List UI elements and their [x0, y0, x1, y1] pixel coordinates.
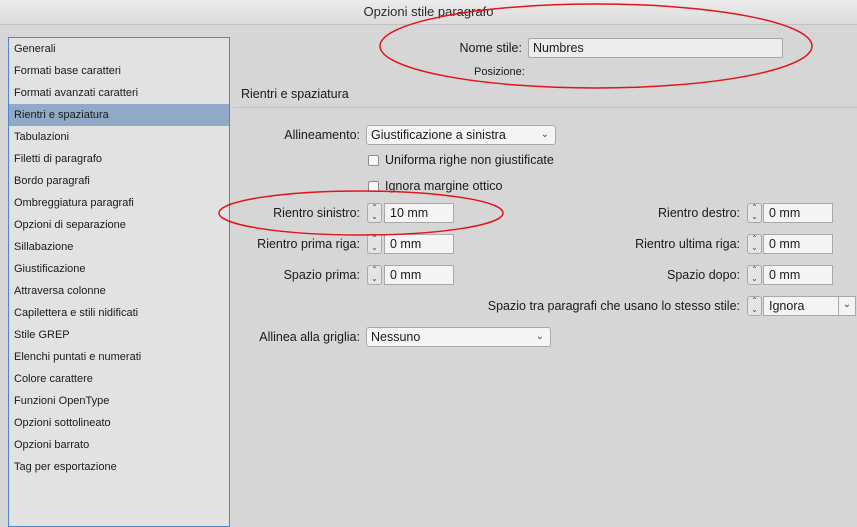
- sidebar-item-elenchi-puntati-e-numerati[interactable]: Elenchi puntati e numerati: [9, 346, 229, 368]
- position-label: Posizione:: [474, 66, 525, 78]
- same-style-spacing-stepper-icon[interactable]: ⌃ ⌄: [747, 296, 762, 316]
- last-line-indent-input[interactable]: 0 mm: [763, 234, 833, 254]
- ignore-optical-margin-checkbox[interactable]: [368, 181, 379, 192]
- sidebar-item-giustificazione[interactable]: Giustificazione: [9, 258, 229, 280]
- align-grid-label: Allinea alla griglia:: [259, 330, 360, 344]
- alignment-label: Allineamento:: [284, 128, 360, 142]
- ignore-optical-margin-label: Ignora margine ottico: [385, 179, 503, 193]
- sidebar-item-ombreggiatura-paragrafi[interactable]: Ombreggiatura paragrafi: [9, 192, 229, 214]
- balance-lines-checkbox[interactable]: [368, 155, 379, 166]
- sidebar-item-colore-carattere[interactable]: Colore carattere: [9, 368, 229, 390]
- sidebar-item-tag-per-esportazione[interactable]: Tag per esportazione: [9, 456, 229, 478]
- sidebar-item-bordo-paragrafi[interactable]: Bordo paragrafi: [9, 170, 229, 192]
- sidebar-item-generali[interactable]: Generali: [9, 38, 229, 60]
- space-before-label: Spazio prima:: [283, 268, 360, 282]
- same-style-spacing-combo[interactable]: Ignora ⌄: [763, 296, 856, 316]
- sidebar-item-formati-avanzati-caratteri[interactable]: Formati avanzati caratteri: [9, 82, 229, 104]
- chevron-down-icon[interactable]: ⌄: [838, 296, 855, 316]
- sidebar-item-opzioni-di-separazione[interactable]: Opzioni di separazione: [9, 214, 229, 236]
- first-line-indent-stepper-icon[interactable]: ⌃ ⌄: [367, 234, 382, 254]
- sidebar-item-tabulazioni[interactable]: Tabulazioni: [9, 126, 229, 148]
- chevron-down-icon: ⌄: [535, 331, 544, 342]
- first-line-indent-input[interactable]: 0 mm: [384, 234, 454, 254]
- left-indent-label: Rientro sinistro:: [273, 206, 360, 220]
- align-grid-value: Nessuno: [371, 330, 421, 344]
- style-name-input[interactable]: Numbres: [528, 38, 783, 58]
- space-after-input[interactable]: 0 mm: [763, 265, 833, 285]
- sidebar-item-opzioni-barrato[interactable]: Opzioni barrato: [9, 434, 229, 456]
- left-indent-input[interactable]: 10 mm: [384, 203, 454, 223]
- same-style-spacing-label: Spazio tra paragrafi che usano lo stesso…: [487, 299, 740, 313]
- left-indent-stepper-icon[interactable]: ⌃ ⌄: [367, 203, 382, 223]
- sidebar-item-stile-grep[interactable]: Stile GREP: [9, 324, 229, 346]
- sidebar-item-formati-base-caratteri[interactable]: Formati base caratteri: [9, 60, 229, 82]
- balance-lines-label: Uniforma righe non giustificate: [385, 153, 554, 167]
- section-divider: [233, 107, 857, 108]
- category-list[interactable]: Generali Formati base caratteri Formati av…: [8, 37, 230, 527]
- chevron-down-icon: ⌄: [540, 129, 549, 140]
- sidebar-item-funzioni-opentype[interactable]: Funzioni OpenType: [9, 390, 229, 412]
- align-grid-dropdown[interactable]: Nessuno ⌄: [366, 327, 551, 347]
- sidebar-item-sillabazione[interactable]: Sillabazione: [9, 236, 229, 258]
- sidebar-item-filetti-di-paragrafo[interactable]: Filetti di paragrafo: [9, 148, 229, 170]
- sidebar-item-rientri-e-spaziatura[interactable]: Rientri e spaziatura: [9, 104, 229, 126]
- space-after-stepper-icon[interactable]: ⌃ ⌄: [747, 265, 762, 285]
- right-indent-stepper-icon[interactable]: ⌃ ⌄: [747, 203, 762, 223]
- sidebar-item-attraversa-colonne[interactable]: Attraversa colonne: [9, 280, 229, 302]
- window-title: Opzioni stile paragrafo: [0, 0, 857, 25]
- first-line-indent-label: Rientro prima riga:: [257, 237, 360, 251]
- section-title: Rientri e spaziatura: [241, 87, 349, 101]
- sidebar-item-capilettera-e-stili-nidificati[interactable]: Capilettera e stili nidificati: [9, 302, 229, 324]
- alignment-dropdown[interactable]: Giustificazione a sinistra ⌄: [366, 125, 556, 145]
- last-line-indent-stepper-icon[interactable]: ⌃ ⌄: [747, 234, 762, 254]
- style-name-label: Nome stile:: [459, 41, 522, 55]
- space-after-label: Spazio dopo:: [667, 268, 740, 282]
- sidebar-item-opzioni-sottolineato[interactable]: Opzioni sottolineato: [9, 412, 229, 434]
- space-before-stepper-icon[interactable]: ⌃ ⌄: [367, 265, 382, 285]
- last-line-indent-label: Rientro ultima riga:: [635, 237, 740, 251]
- alignment-value: Giustificazione a sinistra: [371, 128, 506, 142]
- right-indent-input[interactable]: 0 mm: [763, 203, 833, 223]
- right-indent-label: Rientro destro:: [658, 206, 740, 220]
- space-before-input[interactable]: 0 mm: [384, 265, 454, 285]
- same-style-spacing-value: Ignora: [769, 299, 805, 313]
